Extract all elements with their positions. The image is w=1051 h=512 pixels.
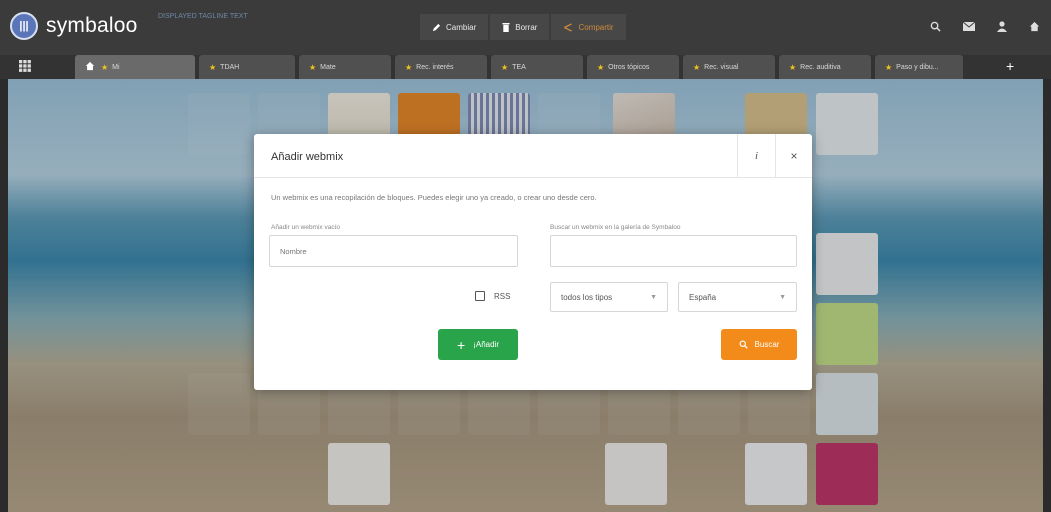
- tab-label: Otros tópicos: [608, 63, 650, 71]
- mail-icon[interactable]: [952, 15, 985, 37]
- tab-label: Paso y dibu...: [896, 63, 939, 71]
- tab-rec-visual[interactable]: ★ Rec. visual: [683, 55, 775, 79]
- search-icon: [739, 340, 748, 349]
- logo-icon: |||: [10, 12, 38, 40]
- add-webmix-button[interactable]: + ¡Añadir: [438, 329, 518, 360]
- add-webmix-dialog: Añadir webmix i × Un webmix es una recop…: [254, 134, 812, 390]
- search-button-label: Buscar: [754, 340, 780, 349]
- star-icon: ★: [885, 62, 893, 72]
- tab-label: Rec. interés: [416, 63, 454, 71]
- star-icon: ★: [693, 62, 701, 72]
- empty-webmix-label: Añadir un webmix vacío: [271, 224, 341, 231]
- rss-checkbox[interactable]: RSS: [475, 291, 510, 301]
- edit-label: Cambiar: [446, 22, 477, 32]
- star-icon: ★: [405, 62, 413, 72]
- tab-label: Rec. auditiva: [800, 63, 841, 71]
- search-gallery-button[interactable]: Buscar: [721, 329, 797, 360]
- rss-label: RSS: [494, 291, 511, 301]
- star-icon: ★: [501, 62, 509, 72]
- tab-mi[interactable]: ★ Mi: [75, 55, 195, 79]
- chevron-down-icon: ▼: [779, 293, 786, 301]
- tab-label: Rec. visual: [704, 63, 739, 71]
- checkbox-icon: [475, 291, 485, 301]
- webmix-tabs: ★ Mi ★ TDAH ★ Mate ★ Rec. interés ★ TEA …: [75, 55, 967, 79]
- close-icon[interactable]: ×: [775, 134, 812, 178]
- tab-mate[interactable]: ★ Mate: [299, 55, 391, 79]
- edit-button[interactable]: Cambiar: [420, 14, 489, 40]
- info-icon[interactable]: i: [737, 134, 775, 178]
- dialog-description: Un webmix es una recopilación de bloques…: [271, 193, 597, 202]
- tab-otros-topicos[interactable]: ★ Otros tópicos: [587, 55, 679, 79]
- share-button[interactable]: Compartir: [551, 14, 626, 40]
- star-icon: ★: [597, 62, 605, 72]
- country-select-value: España: [689, 292, 717, 302]
- star-icon: ★: [789, 62, 797, 72]
- grid-menu-icon[interactable]: [18, 59, 32, 78]
- star-icon: ★: [101, 62, 109, 72]
- plus-icon: +: [457, 336, 466, 353]
- tab-label: Mi: [112, 63, 120, 71]
- tab-label: TEA: [512, 63, 526, 71]
- tab-rec-auditiva[interactable]: ★ Rec. auditiva: [779, 55, 871, 79]
- gallery-search-label: Buscar un webmix en la galería de Symbal…: [550, 224, 681, 231]
- share-icon: [564, 22, 573, 32]
- tab-label: TDAH: [220, 63, 240, 71]
- gallery-search-input[interactable]: [550, 235, 797, 267]
- app-name: symbaloo: [46, 14, 138, 37]
- pencil-icon: [432, 23, 441, 31]
- delete-button[interactable]: Borrar: [490, 14, 550, 40]
- delete-label: Borrar: [515, 22, 538, 32]
- tab-paso-y-dibu[interactable]: ★ Paso y dibu...: [875, 55, 963, 79]
- top-actions: Cambiar Borrar Compartir: [420, 14, 628, 42]
- webmix-name-input[interactable]: [269, 235, 518, 267]
- type-select[interactable]: todos los tipos ▼: [550, 282, 668, 312]
- tab-tea[interactable]: ★ TEA: [491, 55, 583, 79]
- dialog-title: Añadir webmix: [271, 151, 344, 163]
- tab-rec-interes[interactable]: ★ Rec. interés: [395, 55, 487, 79]
- country-select[interactable]: España ▼: [678, 282, 797, 312]
- top-icons: [919, 15, 1051, 37]
- tab-tdah[interactable]: ★ TDAH: [199, 55, 295, 79]
- star-icon: ★: [209, 62, 217, 72]
- add-tab-icon[interactable]: +: [1006, 59, 1014, 73]
- user-icon[interactable]: [985, 15, 1018, 37]
- home-icon: [85, 61, 95, 73]
- tab-label: Mate: [320, 63, 336, 71]
- dialog-header: Añadir webmix i ×: [254, 134, 812, 178]
- search-icon[interactable]: [919, 15, 952, 37]
- chevron-down-icon: ▼: [650, 293, 657, 301]
- star-icon: ★: [309, 62, 317, 72]
- share-label: Compartir: [578, 22, 614, 32]
- tab-bar: ★ Mi ★ TDAH ★ Mate ★ Rec. interés ★ TEA …: [0, 55, 1051, 79]
- trash-icon: [502, 22, 510, 32]
- home-icon[interactable]: [1018, 15, 1051, 37]
- top-bar: ||| symbaloo DISPLAYED TAGLINE TEXT Camb…: [0, 0, 1051, 55]
- type-select-value: todos los tipos: [561, 292, 613, 302]
- add-button-label: ¡Añadir: [473, 340, 499, 349]
- symbaloo-logo[interactable]: ||| symbaloo: [10, 12, 137, 40]
- tagline: DISPLAYED TAGLINE TEXT: [158, 13, 248, 20]
